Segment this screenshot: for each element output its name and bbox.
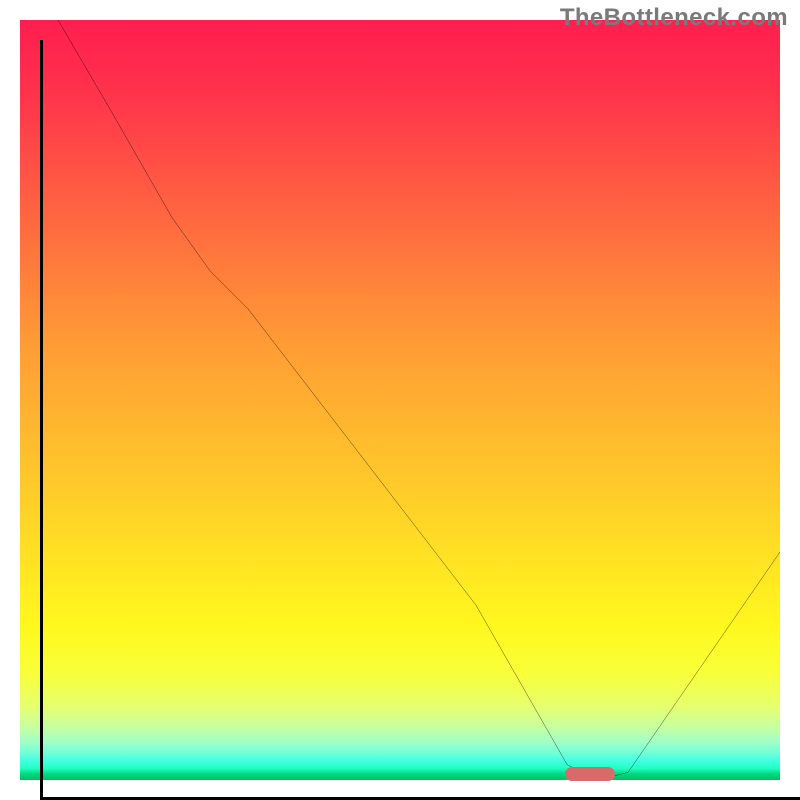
chart-container: TheBottleneck.com bbox=[0, 0, 800, 800]
watermark-text: TheBottleneck.com bbox=[560, 4, 788, 32]
plot-area bbox=[20, 20, 780, 780]
axes bbox=[40, 40, 800, 800]
optimal-marker bbox=[565, 767, 615, 781]
